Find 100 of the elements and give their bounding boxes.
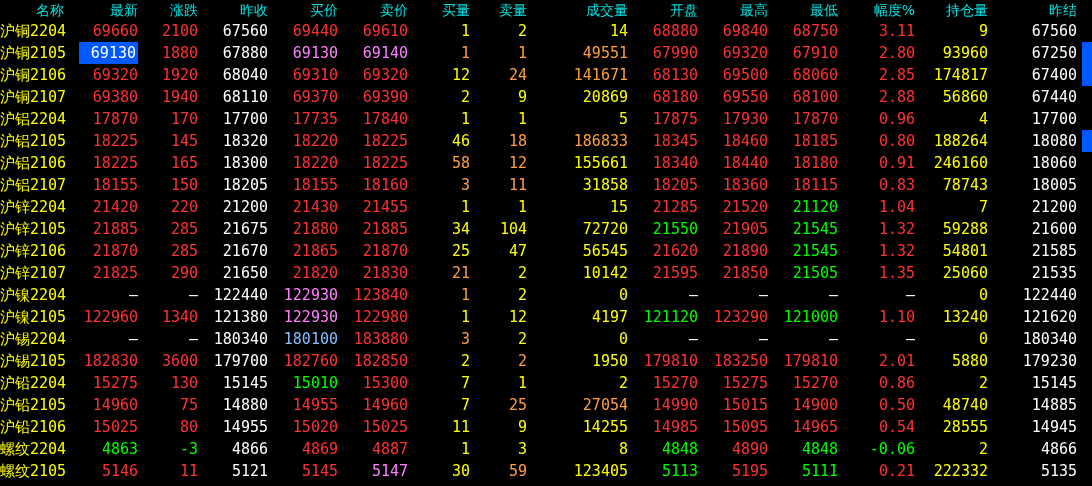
table-cell-text: 21550	[652, 219, 698, 240]
column-header[interactable]: 买量	[442, 0, 470, 20]
table-cell-text: 2.88	[878, 87, 915, 108]
table-cell-text: 4197	[591, 307, 628, 328]
table-cell-text: —	[688, 285, 698, 306]
table-cell-text: 2	[517, 263, 527, 284]
table-cell-text: 1	[460, 307, 470, 328]
table-cell-text: 0	[618, 285, 628, 306]
table-cell-text: 0.83	[878, 175, 915, 196]
table-cell-text: 18300	[222, 153, 268, 174]
table-cell-text: 14960	[362, 395, 408, 416]
contract-name[interactable]: 沪锌2106	[0, 240, 67, 262]
column-header[interactable]: 卖量	[499, 0, 527, 20]
table-cell-text: 5147	[371, 461, 408, 482]
column-header[interactable]: 成交量	[586, 0, 628, 20]
table-cell-text: 4869	[301, 439, 338, 460]
table-cell-text: 69500	[722, 65, 768, 86]
table-cell-text: 15020	[292, 417, 338, 438]
table-cell-text: 2	[517, 329, 527, 350]
table-cell-text: -3	[179, 439, 198, 460]
table-cell-text: —	[905, 285, 915, 306]
table-cell-text: —	[128, 285, 138, 306]
table-cell-text: 18225	[362, 153, 408, 174]
contract-name[interactable]: 沪锡2105	[0, 350, 67, 372]
table-cell-text: 18155	[292, 175, 338, 196]
contract-name[interactable]: 沪铅2106	[0, 416, 67, 438]
table-cell-text: 13240	[942, 307, 988, 328]
contract-name[interactable]: 沪锌2107	[0, 262, 67, 284]
contract-name[interactable]: 沪锌2105	[0, 218, 67, 240]
table-cell-text: 67250	[1031, 43, 1077, 64]
table-cell-text: 69320	[722, 43, 768, 64]
contract-name[interactable]: 沪镍2204	[0, 284, 67, 306]
table-cell-text: 69660	[92, 21, 138, 42]
table-cell-text: 56860	[942, 87, 988, 108]
column-header[interactable]: 涨跌	[170, 0, 198, 20]
table-cell-text: 21890	[722, 241, 768, 262]
table-cell-text: 21820	[292, 263, 338, 284]
table-cell-text: 1.04	[878, 197, 915, 218]
table-cell-text: 123405	[573, 461, 628, 482]
table-cell-text: 15145	[1031, 373, 1077, 394]
table-cell-text: 5111	[801, 461, 838, 482]
table-cell-text: 12	[451, 65, 470, 86]
column-header[interactable]: 最高	[740, 0, 768, 20]
table-cell-text: 67880	[222, 43, 268, 64]
column-header[interactable]: 开盘	[670, 0, 698, 20]
table-cell-text: 18345	[652, 131, 698, 152]
table-cell-text: 1	[460, 439, 470, 460]
table-cell-text: 1950	[591, 351, 628, 372]
table-cell-text: 68750	[792, 21, 838, 42]
contract-name[interactable]: 沪铝2106	[0, 152, 67, 174]
contract-name[interactable]: 沪铝2204	[0, 108, 67, 130]
contract-name[interactable]: 沪铝2107	[0, 174, 67, 196]
table-cell-text: 130	[170, 373, 198, 394]
table-cell-text: 68110	[222, 87, 268, 108]
table-cell-text: 0	[978, 285, 988, 306]
contract-name[interactable]: 沪铅2204	[0, 372, 67, 394]
contract-name[interactable]: 沪锡2204	[0, 328, 67, 350]
table-cell-text: 122980	[353, 307, 408, 328]
column-header[interactable]: 幅度%	[873, 0, 915, 20]
table-cell-text: 67560	[222, 21, 268, 42]
table-cell-text: 18	[508, 131, 527, 152]
column-header[interactable]: 卖价	[380, 0, 408, 20]
table-cell-text: 290	[170, 263, 198, 284]
contract-name[interactable]: 螺纹2105	[0, 460, 67, 482]
contract-name[interactable]: 沪铜2106	[0, 64, 67, 86]
contract-name[interactable]: 沪锌2204	[0, 196, 67, 218]
table-cell-text: 68180	[652, 87, 698, 108]
column-header[interactable]: 名称	[36, 0, 68, 20]
contract-name[interactable]: 沪铝2105	[0, 130, 67, 152]
table-cell-text: 21620	[652, 241, 698, 262]
contract-name[interactable]: 沪铜2107	[0, 86, 67, 108]
table-cell-text: 170	[170, 109, 198, 130]
column-header[interactable]: 买价	[310, 0, 338, 20]
table-cell-text: —	[188, 285, 198, 306]
column-header[interactable]: 最低	[810, 0, 838, 20]
table-cell-text: 21545	[792, 241, 838, 262]
table-cell-text: 182760	[283, 351, 338, 372]
contract-name[interactable]: 沪铅2105	[0, 394, 67, 416]
table-cell-text: 2	[618, 373, 628, 394]
contract-name[interactable]: 沪铜2105	[0, 42, 67, 64]
table-cell-text: 222332	[933, 461, 988, 482]
table-cell-text: 155661	[573, 153, 628, 174]
column-header[interactable]: 持仓量	[946, 0, 988, 20]
table-cell-text: 21870	[362, 241, 408, 262]
column-header[interactable]: 昨收	[240, 0, 268, 20]
table-cell-text: 21595	[652, 263, 698, 284]
table-cell-text: 48740	[942, 395, 988, 416]
table-cell-text: 27054	[582, 395, 628, 416]
table-cell-text: 180340	[213, 329, 268, 350]
table-cell-text: 21420	[92, 197, 138, 218]
table-cell-text: 18005	[1031, 175, 1077, 196]
contract-name[interactable]: 螺纹2204	[0, 438, 67, 460]
column-header[interactable]: 昨结	[1049, 0, 1077, 20]
contract-name[interactable]: 沪铜2204	[0, 20, 67, 42]
table-cell-text: 21870	[92, 241, 138, 262]
table-cell-text: 18160	[362, 175, 408, 196]
column-header[interactable]: 最新	[110, 0, 138, 20]
contract-name[interactable]: 沪镍2105	[0, 306, 67, 328]
table-cell-text: 0.50	[878, 395, 915, 416]
table-cell-text: 14255	[582, 417, 628, 438]
